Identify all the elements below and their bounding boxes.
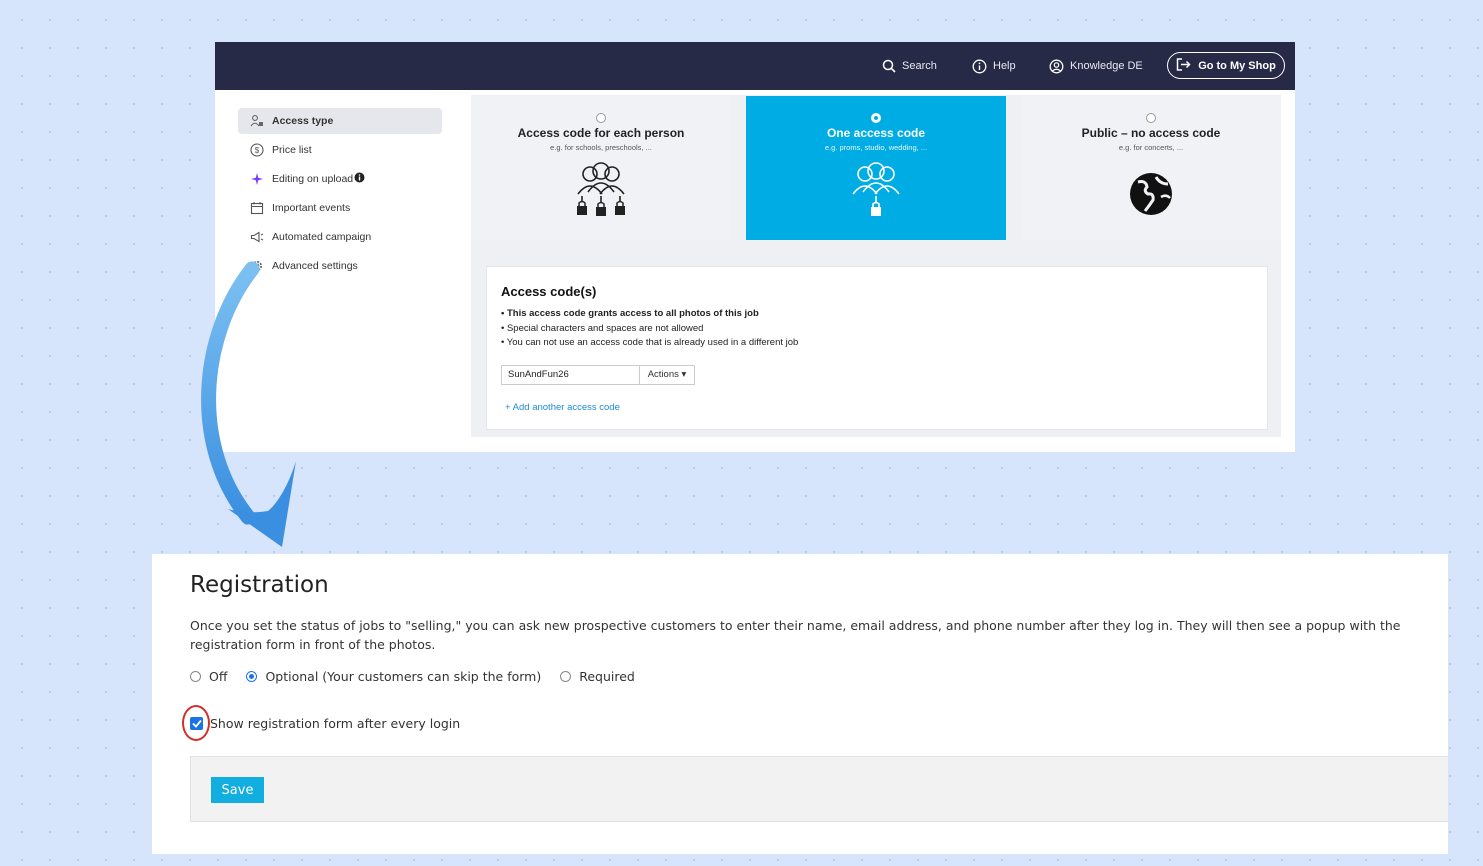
registration-mode-options: Off Optional (Your customers can skip th… (190, 669, 654, 684)
sparkle-icon (250, 172, 264, 186)
rule-item: This access code grants access to all ph… (501, 307, 798, 322)
access-codes-title: Access code(s) (501, 284, 597, 299)
radio-off[interactable] (190, 671, 201, 682)
sidebar-item-label: Editing on upload (272, 173, 354, 185)
access-type-card-public[interactable]: Public – no access code e.g. for concert… (1021, 96, 1281, 240)
go-to-shop-label: Go to My Shop (1198, 59, 1276, 72)
sidebar-item-important-events[interactable]: Important events (238, 195, 442, 221)
knowledge-link[interactable]: Knowledge DE (1049, 42, 1143, 90)
search-label: Search (902, 60, 937, 72)
card-subtitle: e.g. proms, studio, wedding, ... (824, 143, 928, 152)
option-label: Optional (Your customers can skip the fo… (265, 669, 542, 684)
save-bar: Save (190, 756, 1448, 822)
help-link[interactable]: Help (972, 42, 1016, 90)
access-type-radio[interactable] (1146, 113, 1156, 123)
card-subtitle: e.g. for concerts, ... (1118, 143, 1184, 152)
search-icon (882, 59, 896, 73)
actions-dropdown[interactable]: Actions ▾ (639, 365, 695, 385)
sidebar-item-editing-on-upload[interactable]: Editing on upload (238, 166, 442, 192)
logout-arrow-icon (1176, 57, 1191, 74)
registration-description: Once you set the status of jobs to "sell… (190, 618, 1401, 652)
save-button[interactable]: Save (211, 777, 264, 803)
access-codes-section: Access code(s) This access code grants a… (486, 266, 1268, 430)
group-multiple-locks-icon (471, 160, 731, 223)
info-icon (972, 59, 987, 74)
group-single-lock-icon (746, 160, 1006, 223)
top-navigation-bar: Search Help Knowledge DE Go to My Shop (215, 42, 1295, 90)
rule-item: You can not use an access code that is a… (501, 336, 799, 351)
access-type-radio-selected[interactable] (871, 113, 881, 123)
access-code-rules: This access code grants access to all ph… (501, 307, 799, 351)
option-label: Required (579, 669, 635, 684)
add-access-code-link[interactable]: + Add another access code (505, 402, 620, 413)
access-type-card-each-person[interactable]: Access code for each person e.g. for sch… (471, 96, 731, 240)
registration-settings-screenshot: Registration Once you set the status of … (152, 554, 1448, 854)
access-type-card-one-code[interactable]: One access code e.g. proms, studio, wedd… (746, 96, 1006, 240)
knowledge-label: Knowledge DE (1070, 60, 1143, 72)
option-off[interactable]: Off (190, 669, 227, 684)
access-code-input[interactable]: SunAndFun26 (501, 365, 639, 385)
user-lock-icon (250, 114, 264, 128)
curved-arrow-graphic (180, 255, 330, 560)
info-filled-icon[interactable] (354, 172, 365, 186)
radio-required[interactable] (560, 671, 572, 682)
access-type-radio[interactable] (596, 113, 606, 123)
card-title: One access code (826, 126, 926, 140)
rule-item: Special characters and spaces are not al… (501, 322, 798, 337)
globe-icon (1021, 160, 1281, 223)
radio-optional[interactable] (246, 671, 258, 682)
sidebar-item-automated-campaign[interactable]: Automated campaign (238, 224, 442, 250)
go-to-shop-button[interactable]: Go to My Shop (1167, 52, 1285, 79)
sidebar-item-label: Price list (272, 144, 312, 156)
sidebar-item-label: Important events (272, 202, 351, 214)
option-required[interactable]: Required (560, 669, 635, 684)
card-subtitle: e.g. for schools, preschools, ... (550, 143, 652, 152)
card-title: Access code for each person (517, 126, 685, 140)
access-settings-screenshot: Search Help Knowledge DE Go to My Shop A… (215, 42, 1295, 452)
option-optional[interactable]: Optional (Your customers can skip the fo… (246, 669, 541, 684)
dollar-circle-icon: $ (250, 143, 264, 157)
search-link[interactable]: Search (882, 42, 937, 90)
svg-text:$: $ (255, 146, 260, 155)
sidebar-item-access-type[interactable]: Access type (238, 108, 442, 134)
megaphone-icon (250, 230, 264, 244)
highlight-circle (182, 705, 210, 741)
show-form-checkbox-row[interactable]: Show registration form after every login (190, 716, 460, 731)
sidebar-item-label: Automated campaign (272, 231, 372, 243)
sidebar-item-price-list[interactable]: $ Price list (238, 137, 442, 163)
user-circle-icon (1049, 59, 1064, 74)
card-title: Public – no access code (1081, 126, 1221, 140)
registration-title: Registration (190, 572, 329, 598)
option-label: Off (209, 669, 228, 684)
help-label: Help (993, 60, 1016, 72)
calendar-icon (250, 201, 264, 215)
checkbox-label: Show registration form after every login (210, 716, 461, 731)
sidebar-item-label: Access type (272, 115, 334, 127)
